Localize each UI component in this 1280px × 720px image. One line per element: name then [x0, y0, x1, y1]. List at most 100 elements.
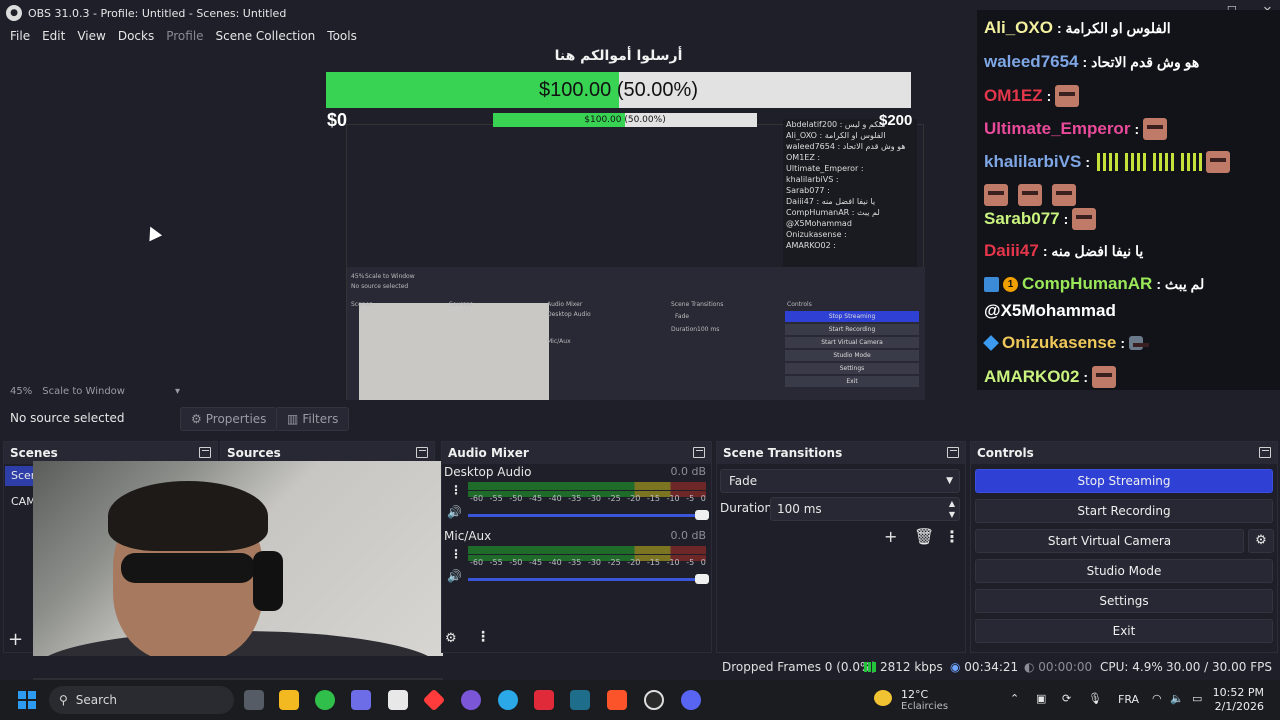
undock-icon[interactable] [199, 447, 211, 458]
menu-file[interactable]: File [4, 29, 36, 43]
add-transition-icon[interactable]: + [884, 527, 897, 546]
store-icon[interactable] [388, 690, 408, 710]
track-menu-icon[interactable]: ⋮ [450, 483, 462, 497]
twitch-icon[interactable] [461, 690, 481, 710]
duration-value: 100 ms [777, 502, 822, 516]
chat-text: : يا نيفا افضل منه [1042, 242, 1144, 259]
undock-icon[interactable] [693, 447, 705, 458]
copilot-icon[interactable] [351, 690, 371, 710]
nested-chat-line: OM1EZ : [786, 153, 821, 162]
emote-icon [1122, 153, 1146, 171]
meter-scale-tick: -15 [646, 558, 660, 567]
emote-icon [1052, 184, 1076, 206]
chat-username: CompHumanAR [1022, 274, 1153, 293]
speaker-icon[interactable]: 🔊 [447, 505, 462, 519]
clock[interactable]: 10:52 PM 2/1/2026 [1213, 686, 1264, 714]
chevron-up-icon[interactable]: ⌃ [1010, 692, 1019, 720]
sources-title: Sources [227, 446, 281, 460]
scale-chevron-icon[interactable]: ▾ [175, 386, 180, 397]
properties-button[interactable]: ⚙ Properties [180, 407, 278, 431]
xbox-icon[interactable] [315, 690, 335, 710]
battery-icon[interactable]: ▭ [1192, 692, 1202, 720]
duration-input[interactable]: 100 ms ▲ ▼ [770, 497, 960, 521]
language-indicator[interactable]: FRA [1118, 693, 1139, 720]
chat-message: 1 CompHumanAR: لم يبث [984, 274, 1204, 294]
no-source-label: No source selected [10, 411, 125, 425]
menu-edit[interactable]: Edit [36, 29, 71, 43]
chat-username: Ali_OXO [984, 18, 1053, 37]
transition-select[interactable]: Fade ▼ [720, 469, 960, 493]
menu-view[interactable]: View [71, 29, 111, 43]
volume-knob[interactable] [695, 510, 709, 520]
webcam-headset [253, 551, 283, 611]
edge-icon[interactable] [498, 690, 518, 710]
weather-widget[interactable]: 12°C Eclaircies [874, 686, 954, 714]
nested-controls-title: Controls [787, 301, 812, 308]
track-menu-icon[interactable]: ⋮ [450, 547, 462, 561]
menu-tools[interactable]: Tools [321, 29, 363, 43]
chat-text: : [1083, 369, 1089, 385]
obs-logo-icon: ● [6, 5, 22, 21]
emote-icon [1206, 151, 1230, 173]
stream-time-status: ◉ 00:34:21 [950, 660, 1018, 674]
transition-value: Fade [729, 474, 758, 488]
delete-transition-icon[interactable]: 🗑 [914, 527, 934, 546]
undock-icon[interactable] [1259, 447, 1271, 458]
office-icon[interactable] [534, 690, 554, 710]
volume-knob[interactable] [695, 574, 709, 584]
nested-scenes-title: Scenes [351, 301, 373, 308]
filters-label: Filters [302, 412, 339, 426]
broadcast-icon: ◉ [950, 660, 965, 674]
menu-profile[interactable]: Profile [160, 29, 209, 43]
volume-slider[interactable] [468, 574, 709, 584]
stop-streaming-button[interactable]: Stop Streaming [975, 469, 1273, 493]
obs-taskbar-icon[interactable] [644, 690, 664, 710]
transition-menu-icon[interactable]: ⋮ [944, 527, 960, 546]
virtual-camera-settings-icon[interactable]: ⚙ [1248, 529, 1274, 553]
mixer-menu-icon[interactable]: ⋮ [476, 629, 490, 645]
scale-mode-select[interactable]: Scale to Window [42, 386, 125, 397]
studio-mode-button[interactable]: Studio Mode [975, 559, 1273, 583]
nested-donation-text: $100.00 (50.00%) [584, 115, 666, 125]
wifi-icon[interactable]: ◠ [1152, 692, 1162, 720]
chat-username: Ultimate_Emperor [984, 119, 1131, 138]
windows-start-icon[interactable] [18, 691, 36, 709]
brave-icon[interactable] [607, 690, 627, 710]
add-scene-plus-icon[interactable]: + [8, 629, 23, 650]
mixer-title: Audio Mixer [448, 446, 529, 460]
filters-button[interactable]: ▥ Filters [276, 407, 350, 431]
volume-slider[interactable] [468, 510, 709, 520]
vu-meter [468, 546, 706, 554]
donation-max: $200 [879, 112, 913, 129]
task-view-icon[interactable] [244, 690, 264, 710]
start-virtual-camera-button[interactable]: Start Virtual Camera [975, 529, 1244, 553]
chat-username: @X5Mohammad [984, 301, 1116, 320]
microphone-icon[interactable]: 🎙 [1088, 692, 1102, 720]
settings-button[interactable]: Settings [975, 589, 1273, 613]
meter-scale-tick: -25 [607, 558, 621, 567]
volume-icon[interactable]: 🔈 [1170, 692, 1184, 720]
start-recording-button[interactable]: Start Recording [975, 499, 1273, 523]
fps: 30.00 / 30.00 FPS [1166, 660, 1272, 674]
app-icon[interactable] [422, 688, 446, 712]
speaker-icon[interactable]: 🔊 [447, 569, 462, 583]
menu-scene-collection[interactable]: Scene Collection [210, 29, 322, 43]
discord-icon[interactable] [681, 690, 701, 710]
search-label: Search [75, 693, 118, 707]
tray-sync-icon[interactable]: ⟳ [1062, 692, 1071, 720]
nested-duration-value: 100 ms [697, 326, 720, 333]
emote-icon [1092, 366, 1117, 388]
exit-button[interactable]: Exit [975, 619, 1273, 643]
spinner-icon[interactable]: ▲ ▼ [949, 498, 955, 520]
file-explorer-icon[interactable] [279, 690, 299, 710]
donation-title: أرسلوا أموالكم هنا [554, 48, 683, 64]
mixer-settings-icon[interactable]: ⚙ [445, 631, 457, 646]
taskbar-search[interactable]: ⚲ Search [49, 686, 234, 714]
undock-icon[interactable] [947, 447, 959, 458]
menu-docks[interactable]: Docks [112, 29, 160, 43]
emote-icon [1150, 153, 1174, 171]
terminal-icon[interactable] [570, 690, 590, 710]
controls-title: Controls [977, 446, 1034, 460]
tray-app-icon[interactable]: ▣ [1036, 692, 1046, 720]
undock-icon[interactable] [416, 447, 428, 458]
